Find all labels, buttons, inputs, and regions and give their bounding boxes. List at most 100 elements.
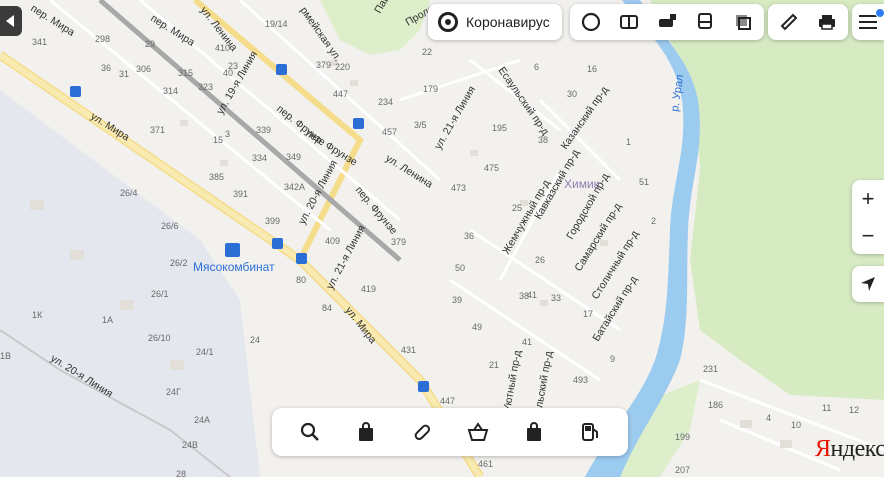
house-number: 12 [849, 405, 859, 415]
transit-stop-icon[interactable] [276, 64, 287, 75]
coronavirus-button[interactable]: Коронавирус [428, 4, 562, 40]
house-number: 17 [583, 309, 593, 319]
house-number: 49 [472, 322, 482, 332]
house-number: 24/1 [196, 347, 214, 357]
house-number: 26/6 [161, 221, 179, 231]
house-number: 2 [651, 216, 656, 226]
ruler-icon [780, 13, 798, 31]
ruler-button[interactable] [770, 6, 808, 38]
house-number: 30 [567, 89, 577, 99]
transit-stop-icon[interactable] [418, 381, 429, 392]
house-number: 314 [163, 86, 178, 96]
street-label: ул. Мира [343, 304, 379, 346]
house-number: 391 [233, 189, 248, 199]
corona-icon [438, 12, 458, 32]
house-number: 341 [32, 37, 47, 47]
zoom-control: + − [852, 180, 884, 254]
house-number: 36 [464, 231, 474, 241]
house-number: 84 [322, 303, 332, 313]
gas-station-icon [582, 423, 598, 441]
house-number: 207 [675, 465, 690, 475]
yandex-logo[interactable]: Яндекс [815, 436, 884, 463]
parking-icon [659, 14, 676, 27]
gas-station-button[interactable] [562, 412, 618, 452]
house-number: 3 [225, 129, 230, 139]
panorama-button[interactable] [610, 6, 648, 38]
house-number: 26/1 [151, 289, 169, 299]
house-number: 447 [440, 396, 455, 406]
house-number: 1К [32, 310, 43, 320]
house-number: 24Г [166, 387, 181, 397]
house-number: 36 [101, 63, 111, 73]
house-number: 461 [478, 459, 493, 469]
house-number: 399 [265, 216, 280, 226]
house-number: 25 [512, 203, 522, 213]
panorama-icon [620, 15, 638, 29]
house-number: 41 [522, 337, 532, 347]
house-number: 195 [492, 123, 507, 133]
parking-button[interactable] [648, 6, 686, 38]
zoom-in-button[interactable]: + [852, 180, 884, 217]
house-number: 9 [610, 354, 615, 364]
house-number: 39 [452, 295, 462, 305]
house-number: 475 [484, 163, 499, 173]
house-number: 21 [489, 360, 499, 370]
house-number: 11 [822, 403, 831, 413]
traffic-button[interactable] [572, 6, 610, 38]
house-number: 38 [538, 135, 548, 145]
street-label: ул. Мира [88, 110, 131, 143]
house-number: 342А [284, 182, 305, 192]
house-number: 10 [791, 420, 801, 430]
house-number: 323 [198, 82, 213, 92]
house-number: 26/4 [120, 188, 138, 198]
house-number: 1А [102, 315, 113, 325]
house-number: 16 [587, 64, 597, 74]
shopping-button-2[interactable] [506, 412, 562, 452]
transit-button[interactable] [686, 6, 724, 38]
house-number: 6 [534, 62, 539, 72]
poi-label: Мясокомбинат [193, 260, 275, 274]
traffic-icon [581, 12, 601, 32]
geolocation-button[interactable] [852, 266, 884, 302]
transit-stop-icon[interactable] [296, 253, 307, 264]
transit-stop-icon[interactable] [353, 118, 364, 129]
house-number: 419 [361, 284, 376, 294]
transit-stop-icon[interactable] [272, 238, 283, 249]
house-number: 306 [136, 64, 151, 74]
house-number: 80 [296, 275, 306, 285]
house-number: 51 [639, 177, 649, 187]
layers-button[interactable] [724, 6, 762, 38]
house-number: 4 [766, 413, 771, 423]
house-number: 33 [551, 293, 561, 303]
house-number: 234 [378, 97, 393, 107]
shopping-button[interactable] [338, 412, 394, 452]
map-canvas[interactable]: р. УралХимикМясокомбинатпер. Мира пер. Ми… [0, 0, 884, 477]
search-button[interactable] [282, 412, 338, 452]
house-number: 379 [316, 60, 331, 70]
house-number: 315 [178, 68, 193, 78]
house-number: 28 [176, 469, 186, 477]
house-number: 349 [286, 152, 301, 162]
pharmacy-icon [414, 424, 431, 441]
zoom-out-button[interactable]: − [852, 217, 884, 254]
pharmacy-button[interactable] [394, 412, 450, 452]
house-number: 26/2 [170, 258, 188, 268]
supermarket-button[interactable] [450, 412, 506, 452]
house-number: 31 [119, 69, 129, 79]
street-label: пер. Мира [28, 2, 76, 38]
shopping-bag-icon [359, 422, 373, 441]
house-number: 493 [573, 375, 588, 385]
house-number: 231 [703, 364, 718, 374]
collapse-panel-button[interactable] [0, 6, 22, 36]
house-number: 447 [333, 89, 348, 99]
print-button[interactable] [808, 6, 846, 38]
house-number: 385 [209, 172, 224, 182]
location-arrow-icon [861, 277, 875, 291]
factory-poi-icon[interactable] [225, 243, 240, 257]
house-number: 24 [250, 335, 260, 345]
shopping-bag-icon [527, 422, 541, 441]
house-number: 298 [95, 34, 110, 44]
house-number: 40 [223, 68, 233, 78]
transit-stop-icon[interactable] [70, 86, 81, 97]
house-number: 15 [213, 135, 223, 145]
